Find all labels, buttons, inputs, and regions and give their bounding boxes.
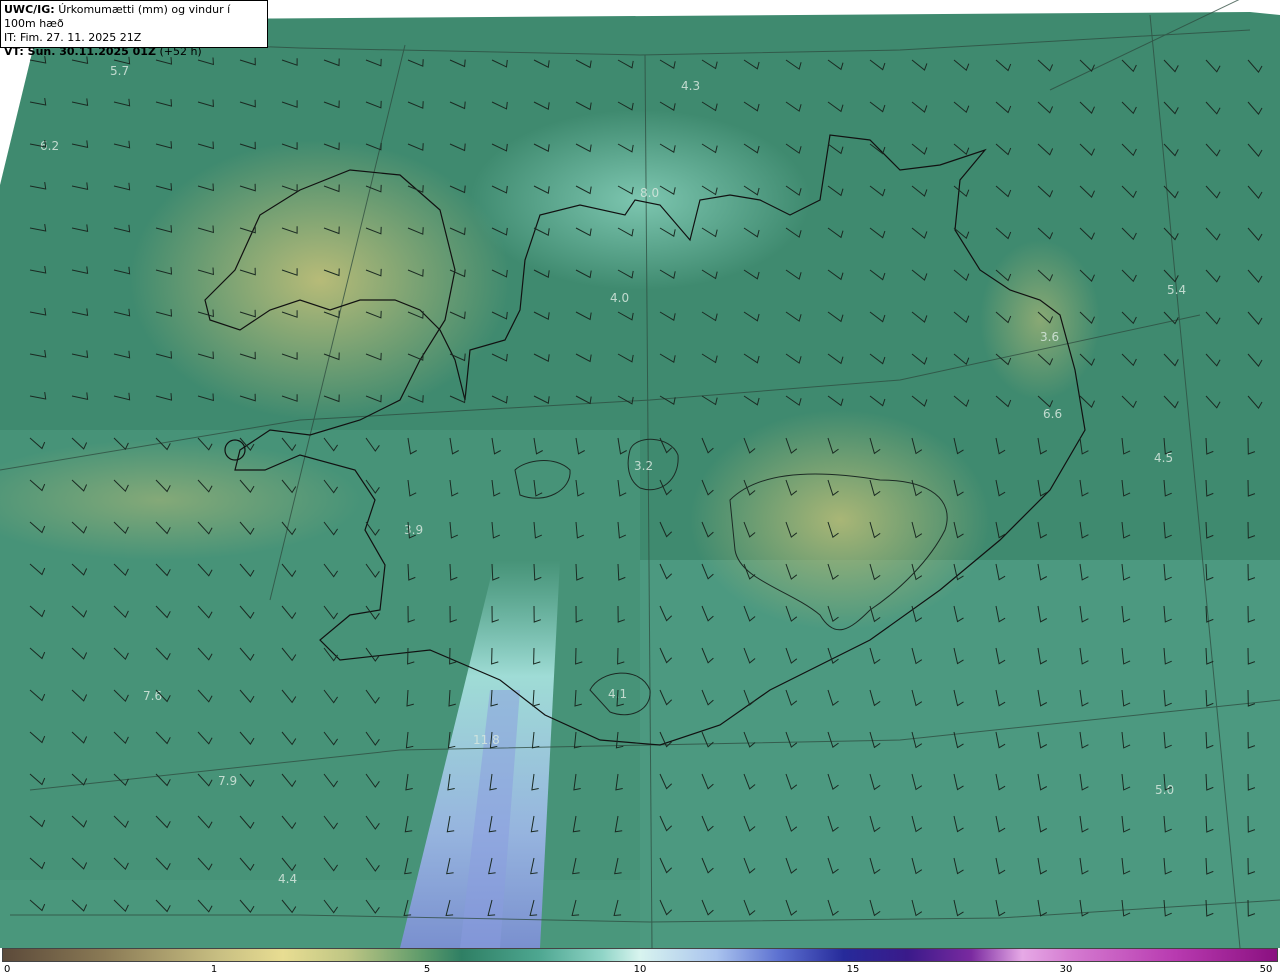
label-val-11: 3.9 (404, 523, 423, 537)
model-source: UWC/IG: (4, 3, 55, 16)
label-val-10: 4.5 (1154, 451, 1173, 465)
label-val-6: 5.4 (1167, 283, 1186, 297)
label-val-8: 6.6 (1043, 407, 1062, 421)
colorbar-tick: 5 (423, 964, 431, 975)
colorbar-tick: 30 (1059, 964, 1073, 975)
label-val-5: 4.0 (610, 291, 629, 305)
label-val-1: 5.7 (110, 64, 129, 78)
label-val-7: 3.6 (1040, 330, 1059, 344)
label-val-9: 3.2 (634, 459, 653, 473)
colorbar-tick: 50 (1259, 964, 1273, 975)
label-val-17: 4.4 (278, 872, 297, 886)
valid-time: VT: Sun. 30.11.2025 01Z (4, 45, 156, 58)
label-val-3: 4.3 (681, 79, 700, 93)
valid-offset: (+52 h) (159, 45, 202, 58)
colorbar-tick: 0 (4, 964, 11, 975)
issue-time: IT: Fim. 27. 11. 2025 21Z (4, 31, 142, 44)
label-val-15: 7.9 (218, 774, 237, 788)
colorbar-strip (2, 948, 1278, 962)
colorbar-tick: 15 (846, 964, 860, 975)
label-val-14: 11.8 (473, 733, 500, 747)
map-canvas[interactable]: 5.7 6.2 4.3 8.0 4.0 5.4 3.6 6.6 3.2 4.5 … (0, 0, 1280, 948)
title-line: UWC/IG: Úrkomumætti (mm) og vindur í 100… (4, 3, 264, 31)
colorbar-tick: 10 (633, 964, 647, 975)
valid-line: VT: Sun. 30.11.2025 01Z (+52 h) (4, 45, 264, 59)
map-info-box: UWC/IG: Úrkomumætti (mm) og vindur í 100… (0, 0, 268, 58)
colorbar: 0 1 5 10 15 30 50 (0, 948, 1280, 978)
colorbar-tick: 1 (210, 964, 218, 975)
label-val-13: 7.6 (143, 689, 162, 703)
label-val-4: 8.0 (640, 186, 659, 200)
